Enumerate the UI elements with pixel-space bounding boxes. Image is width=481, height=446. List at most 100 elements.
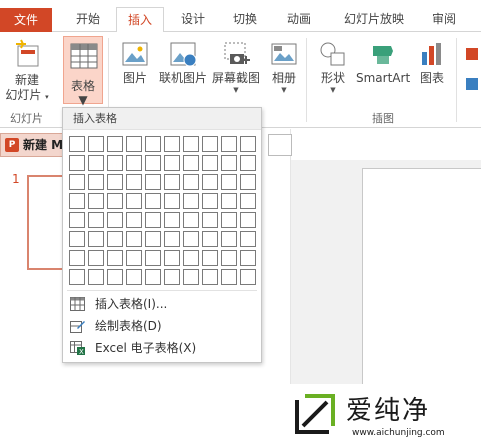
table-grid-cell[interactable] <box>145 155 161 171</box>
table-grid-cell[interactable] <box>240 193 256 209</box>
table-grid-cell[interactable] <box>164 212 180 228</box>
table-grid-cell[interactable] <box>183 174 199 190</box>
table-grid-cell[interactable] <box>240 250 256 266</box>
table-grid-cell[interactable] <box>107 231 123 247</box>
table-grid-cell[interactable] <box>202 193 218 209</box>
table-grid-cell[interactable] <box>183 212 199 228</box>
slide-thumbnail[interactable] <box>27 175 67 270</box>
table-grid-cell[interactable] <box>126 250 142 266</box>
table-grid-cell[interactable] <box>202 231 218 247</box>
table-grid-cell[interactable] <box>164 136 180 152</box>
table-grid-cell[interactable] <box>183 193 199 209</box>
table-size-grid[interactable] <box>69 136 261 285</box>
draw-table-menu-item[interactable]: 绘制表格(D) <box>67 316 259 336</box>
photo-album-button[interactable]: 相册 ▼ <box>266 40 302 94</box>
table-grid-cell[interactable] <box>126 212 142 228</box>
table-grid-cell[interactable] <box>145 250 161 266</box>
table-grid-cell[interactable] <box>69 269 85 285</box>
shapes-button[interactable]: 形状 ▼ <box>314 40 352 94</box>
table-grid-cell[interactable] <box>88 193 104 209</box>
table-grid-cell[interactable] <box>240 174 256 190</box>
table-grid-cell[interactable] <box>202 250 218 266</box>
table-grid-cell[interactable] <box>126 231 142 247</box>
table-grid-cell[interactable] <box>145 212 161 228</box>
table-grid-cell[interactable] <box>221 269 237 285</box>
table-grid-cell[interactable] <box>202 155 218 171</box>
table-grid-cell[interactable] <box>183 136 199 152</box>
table-grid-cell[interactable] <box>240 231 256 247</box>
table-grid-cell[interactable] <box>126 155 142 171</box>
table-grid-cell[interactable] <box>164 174 180 190</box>
screenshot-button[interactable]: 屏幕截图 ▼ <box>210 40 262 94</box>
tab-design[interactable]: 设计 <box>171 7 215 32</box>
new-slide-button[interactable]: 新建 幻灯片 ▾ <box>4 38 50 105</box>
tab-transitions[interactable]: 切换 <box>223 7 267 32</box>
excel-spreadsheet-menu-item[interactable]: X Excel 电子表格(X) <box>67 338 259 358</box>
table-grid-cell[interactable] <box>126 269 142 285</box>
section-header[interactable]: P 新建 M <box>0 133 66 157</box>
table-grid-cell[interactable] <box>107 212 123 228</box>
insert-table-menu-item[interactable]: 插入表格(I)... <box>67 294 259 314</box>
table-grid-cell[interactable] <box>183 155 199 171</box>
tab-insert[interactable]: 插入 <box>116 7 164 33</box>
table-button[interactable]: 表格 ▼ <box>63 36 103 107</box>
table-grid-cell[interactable] <box>221 231 237 247</box>
table-grid-cell[interactable] <box>240 212 256 228</box>
table-grid-cell[interactable] <box>240 155 256 171</box>
table-grid-cell[interactable] <box>88 269 104 285</box>
chart-button[interactable]: 图表 <box>414 40 450 86</box>
table-grid-cell[interactable] <box>88 136 104 152</box>
table-grid-cell[interactable] <box>221 193 237 209</box>
table-grid-cell[interactable] <box>107 193 123 209</box>
table-grid-cell[interactable] <box>221 136 237 152</box>
table-grid-cell[interactable] <box>107 155 123 171</box>
tab-slideshow[interactable]: 幻灯片放映 <box>332 7 416 32</box>
table-grid-cell[interactable] <box>69 193 85 209</box>
table-grid-cell[interactable] <box>145 269 161 285</box>
table-grid-cell[interactable] <box>145 193 161 209</box>
tab-home[interactable]: 开始 <box>66 7 110 32</box>
picture-button[interactable]: 图片 <box>116 40 154 86</box>
apps-icon[interactable] <box>466 78 478 90</box>
table-grid-cell[interactable] <box>183 231 199 247</box>
table-grid-cell[interactable] <box>88 250 104 266</box>
table-grid-cell[interactable] <box>88 212 104 228</box>
table-grid-cell[interactable] <box>145 231 161 247</box>
table-grid-cell[interactable] <box>164 250 180 266</box>
table-grid-cell[interactable] <box>69 155 85 171</box>
table-grid-cell[interactable] <box>126 136 142 152</box>
table-grid-cell[interactable] <box>145 136 161 152</box>
table-grid-cell[interactable] <box>69 174 85 190</box>
table-grid-cell[interactable] <box>240 136 256 152</box>
table-grid-cell[interactable] <box>183 269 199 285</box>
office-store-icon[interactable] <box>466 48 478 60</box>
table-grid-cell[interactable] <box>240 269 256 285</box>
table-grid-cell[interactable] <box>88 174 104 190</box>
table-grid-cell[interactable] <box>202 174 218 190</box>
table-grid-cell[interactable] <box>202 212 218 228</box>
table-grid-cell[interactable] <box>88 155 104 171</box>
table-grid-cell[interactable] <box>107 250 123 266</box>
table-grid-cell[interactable] <box>69 250 85 266</box>
table-grid-cell[interactable] <box>164 231 180 247</box>
table-grid-cell[interactable] <box>221 155 237 171</box>
table-grid-cell[interactable] <box>69 231 85 247</box>
table-grid-cell[interactable] <box>126 193 142 209</box>
table-grid-cell[interactable] <box>107 269 123 285</box>
table-grid-cell[interactable] <box>183 250 199 266</box>
tab-animations[interactable]: 动画 <box>277 7 321 32</box>
table-grid-cell[interactable] <box>164 193 180 209</box>
table-grid-cell[interactable] <box>107 136 123 152</box>
table-grid-cell[interactable] <box>202 269 218 285</box>
table-grid-cell[interactable] <box>107 174 123 190</box>
table-grid-cell[interactable] <box>69 136 85 152</box>
smartart-button[interactable]: SmartArt <box>356 40 410 86</box>
table-grid-cell[interactable] <box>126 174 142 190</box>
table-grid-cell[interactable] <box>145 174 161 190</box>
online-picture-button[interactable]: 联机图片 <box>157 40 209 86</box>
table-grid-cell[interactable] <box>88 231 104 247</box>
table-grid-cell[interactable] <box>69 212 85 228</box>
tab-file[interactable]: 文件 <box>0 8 52 32</box>
table-grid-cell[interactable] <box>221 250 237 266</box>
table-grid-cell[interactable] <box>221 212 237 228</box>
